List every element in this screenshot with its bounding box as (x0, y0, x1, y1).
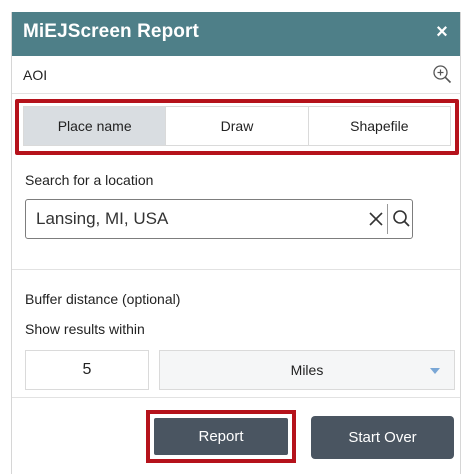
buffer-distance-input[interactable] (25, 350, 149, 390)
aoi-row: AOI (12, 56, 460, 94)
distance-unit-select[interactable]: Miles (159, 350, 455, 390)
report-panel: MiEJScreen Report × AOI Place name Draw … (11, 12, 461, 474)
close-icon[interactable] (366, 200, 386, 238)
tab-place-name[interactable]: Place name (24, 107, 167, 145)
distance-unit-value: Miles (290, 362, 324, 378)
close-icon[interactable]: × (432, 22, 452, 42)
search-icon[interactable] (390, 200, 412, 238)
search-input[interactable] (26, 200, 366, 238)
buffer-distance-label: Buffer distance (optional) (25, 291, 181, 307)
tab-draw[interactable]: Draw (166, 107, 309, 145)
title-bar: MiEJScreen Report × (12, 12, 460, 56)
show-results-within-label: Show results within (25, 321, 145, 337)
chevron-down-icon (430, 368, 440, 374)
report-button[interactable]: Report (154, 418, 288, 455)
panel-title: MiEJScreen Report (23, 21, 199, 42)
divider (12, 269, 460, 270)
search-label: Search for a location (25, 172, 154, 188)
tab-shapefile[interactable]: Shapefile (309, 107, 450, 145)
search-separator (387, 204, 388, 234)
aoi-label: AOI (23, 67, 48, 83)
search-box (25, 199, 413, 239)
aoi-method-tabs: Place name Draw Shapefile (23, 106, 451, 146)
divider (12, 397, 460, 398)
zoom-in-icon[interactable] (432, 64, 452, 84)
start-over-button[interactable]: Start Over (311, 416, 454, 459)
